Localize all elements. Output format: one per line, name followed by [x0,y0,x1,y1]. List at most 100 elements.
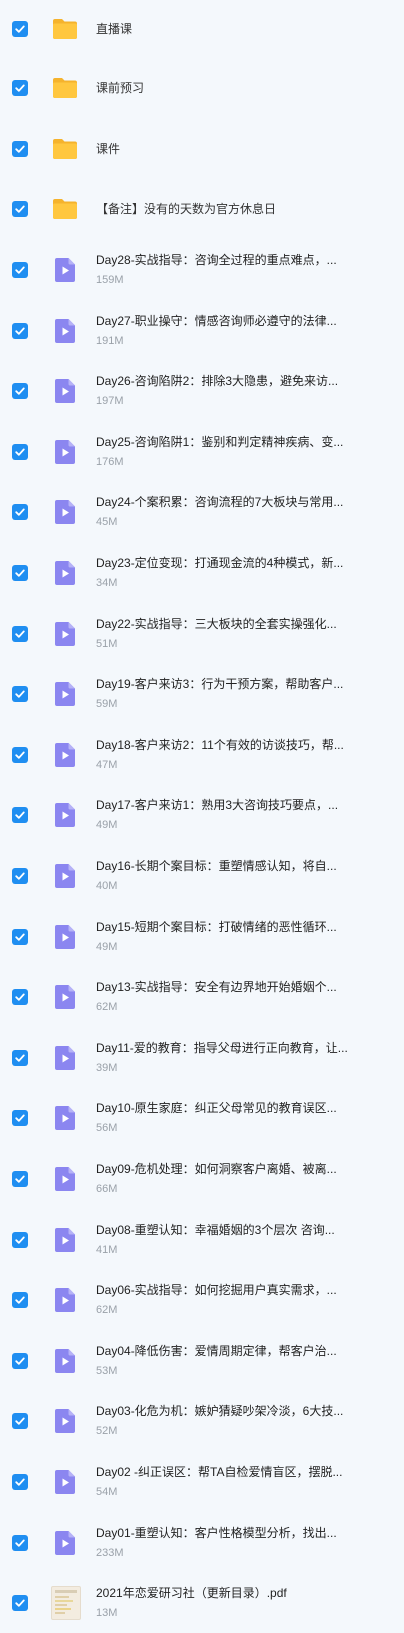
checkbox[interactable] [12,140,28,157]
video-file-icon [55,439,75,464]
checkbox[interactable] [12,322,28,339]
file-info: Day23-定位变现：打通现金流的4种模式，新... 34M [96,556,382,590]
file-name: Day18-客户来访2：11个有效的访谈技巧，帮... [96,737,344,752]
checkbox[interactable] [12,504,28,521]
folder-row[interactable]: 课前预习 [0,58,404,119]
file-name: Day17-客户来访1：熟用3大咨询技巧要点，... [96,798,339,813]
file-size: 66M [96,1182,118,1195]
file-info: Day02 -纠正误区：帮TA自检爱情盲区，摆脱... 54M [96,1465,382,1499]
file-name: Day02 -纠正误区：帮TA自检爱情盲区，摆脱... [96,1464,343,1479]
file-row[interactable]: Day23-定位变现：打通现金流的4种模式，新... 34M [0,543,404,604]
file-info: Day16-长期个案目标：重塑情感认知，将自... 40M [96,859,382,893]
file-row[interactable]: Day04-降低伤害：爱情周期定律，帮客户治... 53M [0,1330,404,1391]
file-row[interactable]: Day17-客户来访1：熟用3大咨询技巧要点，... 49M [0,785,404,846]
file-size: 13M [96,1607,118,1620]
file-name: Day06-实战指导：如何挖掘用户真实需求，... [96,1283,337,1298]
file-row[interactable]: Day09-危机处理：如何洞察客户离婚、被离... 66M [0,1149,404,1210]
file-name: Day23-定位变现：打通现金流的4种模式，新... [96,556,344,571]
file-row[interactable]: Day06-实战指导：如何挖掘用户真实需求，... 62M [0,1270,404,1331]
checkbox[interactable] [12,625,28,642]
file-size: 52M [96,1425,118,1438]
video-file-icon [55,742,75,767]
file-row[interactable]: Day11-爱的教育：指导父母进行正向教育，让... 39M [0,1028,404,1089]
checkbox[interactable] [12,1352,28,1369]
checkbox[interactable] [12,80,28,97]
file-row[interactable]: Day10-原生家庭：纠正父母常见的教育误区... 56M [0,1088,404,1149]
file-name: Day04-降低伤害：爱情周期定律，帮客户治... [96,1343,337,1358]
checkbox[interactable] [12,383,28,400]
checkbox[interactable] [12,565,28,582]
file-name: Day11-爱的教育：指导父母进行正向教育，让... [96,1040,348,1055]
video-file-icon [55,318,75,343]
file-info: Day06-实战指导：如何挖掘用户真实需求，... 62M [96,1283,382,1317]
file-info: Day28-实战指导：咨询全过程的重点难点，... 159M [96,253,382,287]
checkbox[interactable] [12,1292,28,1309]
file-row[interactable]: Day22-实战指导：三大板块的全套实操强化... 51M [0,603,404,664]
file-row[interactable]: Day18-客户来访2：11个有效的访谈技巧，帮... 47M [0,725,404,786]
checkbox[interactable] [12,1110,28,1127]
file-info: Day11-爱的教育：指导父母进行正向教育，让... 39M [96,1041,382,1075]
file-name: Day22-实战指导：三大板块的全套实操强化... [96,616,337,631]
folder-row[interactable]: 课件 [0,119,404,180]
file-size: 191M [96,334,124,347]
file-row[interactable]: Day01-重塑认知：客户性格模型分析，找出... 233M [0,1512,404,1573]
file-info: Day22-实战指导：三大板块的全套实操强化... 51M [96,617,382,651]
folder-name: 课件 [96,141,121,156]
checkbox[interactable] [12,1534,28,1551]
file-row[interactable]: Day24-个案积累：咨询流程的7大板块与常用... 45M [0,482,404,543]
file-info: Day13-实战指导：安全有边界地开始婚姻个... 62M [96,980,382,1014]
video-file-icon [55,864,75,889]
file-row[interactable]: Day19-客户来访3：行为干预方案，帮助客户... 59M [0,664,404,725]
file-info: Day15-短期个案目标：打破情绪的恶性循环... 49M [96,920,382,954]
file-size: 197M [96,395,124,408]
checkbox[interactable] [12,201,28,218]
checkbox[interactable] [12,686,28,703]
file-row[interactable]: Day15-短期个案目标：打破情绪的恶性循环... 49M [0,906,404,967]
file-row[interactable]: Day28-实战指导：咨询全过程的重点难点，... 159M [0,240,404,301]
file-size: 41M [96,1243,118,1256]
checkbox[interactable] [12,1473,28,1490]
video-file-icon [55,682,75,707]
checkbox[interactable] [12,928,28,945]
file-row[interactable]: Day03-化危为机：嫉妒猜疑吵架冷淡，6大技... 52M [0,1391,404,1452]
checkbox[interactable] [12,1595,28,1612]
file-name: Day10-原生家庭：纠正父母常见的教育误区... [96,1101,337,1116]
checkbox[interactable] [12,807,28,824]
file-size: 49M [96,819,118,832]
file-row[interactable]: Day27-职业操守：情感咨询师必遵守的法律... 191M [0,300,404,361]
file-size: 54M [96,1485,118,1498]
video-file-icon [55,1409,75,1434]
checkbox[interactable] [12,1049,28,1066]
file-info: Day01-重塑认知：客户性格模型分析，找出... 233M [96,1526,382,1560]
checkbox[interactable] [12,868,28,885]
file-info: Day04-降低伤害：爱情周期定律，帮客户治... 53M [96,1344,382,1378]
folder-icon [52,76,78,100]
file-info: Day19-客户来访3：行为干预方案，帮助客户... 59M [96,677,382,711]
file-row[interactable]: Day26-咨询陷阱2：排除3大隐患，避免来访... 197M [0,361,404,422]
checkbox[interactable] [12,989,28,1006]
file-name: Day27-职业操守：情感咨询师必遵守的法律... [96,313,337,328]
folder-row[interactable]: 【备注】没有的天数为官方休息日 [0,179,404,240]
file-size: 45M [96,516,118,529]
video-file-icon [55,1227,75,1252]
video-file-icon [55,1045,75,1070]
file-row[interactable]: Day16-长期个案目标：重塑情感认知，将自... 40M [0,846,404,907]
checkbox[interactable] [12,746,28,763]
folder-row[interactable]: 直播课 [0,0,404,58]
file-info: Day03-化危为机：嫉妒猜疑吵架冷淡，6大技... 52M [96,1404,382,1438]
checkbox[interactable] [12,21,28,37]
checkbox[interactable] [12,1231,28,1248]
file-row[interactable]: Day13-实战指导：安全有边界地开始婚姻个... 62M [0,967,404,1028]
file-row[interactable]: Day02 -纠正误区：帮TA自检爱情盲区，摆脱... 54M [0,1452,404,1513]
checkbox[interactable] [12,262,28,279]
file-name: Day28-实战指导：咨询全过程的重点难点，... [96,253,337,268]
file-name: Day08-重塑认知：幸福婚姻的3个层次 咨询... [96,1222,335,1237]
file-row[interactable]: Day08-重塑认知：幸福婚姻的3个层次 咨询... 41M [0,1209,404,1270]
video-file-icon [55,1530,75,1555]
file-row-pdf[interactable]: 2021年恋爱研习社（更新目录）.pdf 13M [0,1573,404,1633]
checkbox[interactable] [12,443,28,460]
checkbox[interactable] [12,1170,28,1187]
file-row[interactable]: Day25-咨询陷阱1：鉴别和判定精神疾病、变... 176M [0,422,404,483]
checkbox[interactable] [12,1413,28,1430]
file-name: Day19-客户来访3：行为干预方案，帮助客户... [96,677,344,692]
